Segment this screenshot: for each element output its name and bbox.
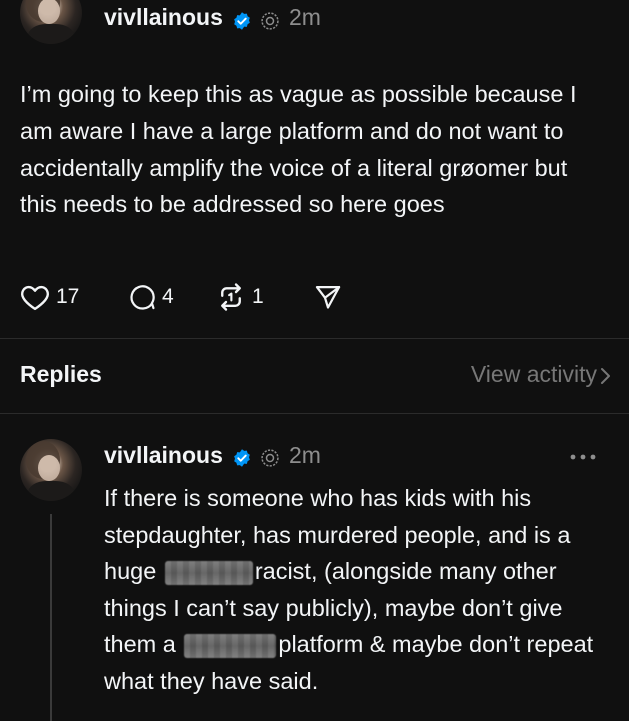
like-button[interactable]: 17 [20, 280, 79, 314]
reply-author-avatar[interactable] [20, 439, 82, 501]
reply-time: 2m [289, 442, 321, 468]
redacted-word [184, 634, 277, 659]
chevron-right-icon [601, 368, 610, 384]
send-icon [315, 285, 341, 309]
post-text: I’m going to keep this as vague as possi… [20, 81, 577, 218]
repost-count: 1 [252, 285, 264, 308]
verified-badge-icon [234, 12, 250, 30]
threads-page: vivllainous 2m I’m going to keep this as… [0, 0, 629, 721]
reply-username[interactable]: vivllainous [104, 442, 223, 469]
comment-button[interactable]: 4 [128, 280, 174, 314]
post-username[interactable]: vivllainous [104, 4, 223, 31]
post-time: 2m [289, 4, 321, 30]
author-avatar[interactable] [20, 0, 82, 44]
heart-icon [21, 285, 49, 311]
thread-line [50, 514, 52, 721]
replies-heading: Replies [20, 361, 102, 387]
share-button[interactable] [314, 280, 342, 314]
redacted-word [164, 560, 253, 585]
reply-text-part-3: platform & maybe don’t repeat what they … [104, 631, 594, 694]
verified-badge-icon [234, 449, 250, 467]
threads-icon [261, 12, 279, 30]
section-divider [0, 338, 629, 339]
reply-text: If there is someone who has kids with hi… [104, 480, 609, 700]
post-actions: 17 4 1 [0, 280, 629, 314]
replies-divider [0, 413, 629, 414]
repost-button[interactable]: 1 [216, 280, 264, 314]
more-icon[interactable] [568, 452, 598, 462]
repost-icon [221, 283, 241, 311]
view-activity-link[interactable]: View activity [471, 361, 597, 388]
comment-count: 4 [162, 285, 174, 308]
like-count: 17 [56, 285, 80, 308]
comment-icon [130, 285, 155, 310]
threads-icon [261, 449, 279, 467]
